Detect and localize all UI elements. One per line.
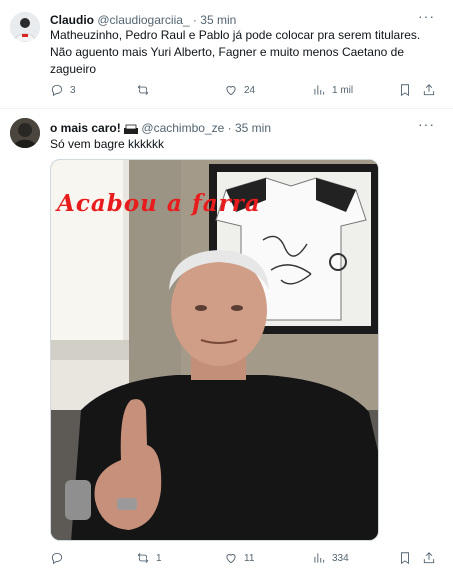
reply-button[interactable]: 3 — [50, 81, 76, 99]
retweet-icon — [137, 85, 149, 95]
tweet-actions: 1 11 334 — [50, 549, 436, 567]
tweet-header: Claudio @claudiogarciia_ · 35 min — [50, 13, 236, 27]
bookmark-icon — [401, 84, 409, 97]
tweet-actions: 3 24 1 mil — [50, 81, 436, 99]
tweet-media-image[interactable]: Acabou a farra — [50, 159, 379, 541]
view-count: 1 mil — [332, 84, 354, 96]
separator-dot: · — [227, 121, 232, 135]
media-photo — [51, 160, 378, 540]
view-count: 334 — [332, 552, 349, 564]
tweet-text: Só vem bagre kkkkkk — [50, 137, 165, 151]
avatar-image — [10, 118, 40, 148]
tweet-header: o mais caro! @cachimbo_ze · 35 min — [50, 121, 271, 135]
views-bar-icon — [314, 553, 325, 563]
retweet-count: 1 — [156, 552, 162, 564]
tweet-text: Matheuzinho, Pedro Raul e Pablo já pode … — [50, 27, 440, 78]
avatar[interactable] — [10, 12, 40, 42]
emoji-badge-icon — [124, 124, 139, 134]
retweet-icon — [137, 553, 149, 563]
like-count: 11 — [244, 552, 255, 564]
bookmark-icon — [401, 552, 409, 565]
user-handle[interactable]: @claudiogarciia_ — [97, 13, 189, 27]
share-button[interactable] — [422, 549, 436, 567]
reply-icon — [51, 552, 63, 565]
heart-icon — [226, 86, 236, 96]
share-button[interactable] — [422, 81, 436, 99]
heart-icon — [226, 554, 236, 564]
display-name[interactable]: Claudio — [50, 13, 94, 27]
user-handle[interactable]: @cachimbo_ze — [141, 121, 224, 135]
like-button[interactable]: 11 — [224, 549, 254, 567]
retweet-button[interactable] — [136, 81, 156, 99]
display-name[interactable]: o mais caro! — [50, 121, 121, 135]
more-horizontal-icon[interactable]: ··· — [418, 116, 435, 132]
tweet[interactable]: Claudio @claudiogarciia_ · 35 min ··· Ma… — [0, 0, 453, 109]
separator-dot: · — [192, 13, 197, 27]
views-bar-icon — [314, 85, 325, 95]
share-icon — [423, 84, 435, 96]
timestamp[interactable]: 35 min — [200, 13, 236, 27]
tweet-text-line: Não aguento mais Yuri Alberto, Fagner e … — [50, 45, 404, 59]
tweet[interactable]: o mais caro! @cachimbo_ze · 35 min ··· S… — [0, 109, 453, 581]
bookmark-button[interactable] — [398, 81, 412, 99]
reply-count: 3 — [70, 84, 76, 96]
reply-icon — [51, 84, 63, 97]
avatar-image — [10, 12, 40, 42]
timestamp[interactable]: 35 min — [235, 121, 271, 135]
share-icon — [423, 552, 435, 564]
avatar[interactable] — [10, 118, 40, 148]
like-count: 24 — [244, 84, 256, 96]
tweet-text-line: zagueiro — [50, 62, 97, 76]
bookmark-button[interactable] — [398, 549, 412, 567]
like-button[interactable]: 24 — [224, 81, 255, 99]
media-overlay-text: Acabou a farra — [57, 190, 261, 217]
views-button[interactable]: 1 mil — [312, 81, 353, 99]
retweet-button[interactable]: 1 — [136, 549, 162, 567]
more-horizontal-icon[interactable]: ··· — [418, 8, 435, 24]
reply-button[interactable] — [50, 549, 70, 567]
tweet-text-line: Matheuzinho, Pedro Raul e Pablo já pode … — [50, 28, 421, 42]
views-button[interactable]: 334 — [312, 549, 349, 567]
